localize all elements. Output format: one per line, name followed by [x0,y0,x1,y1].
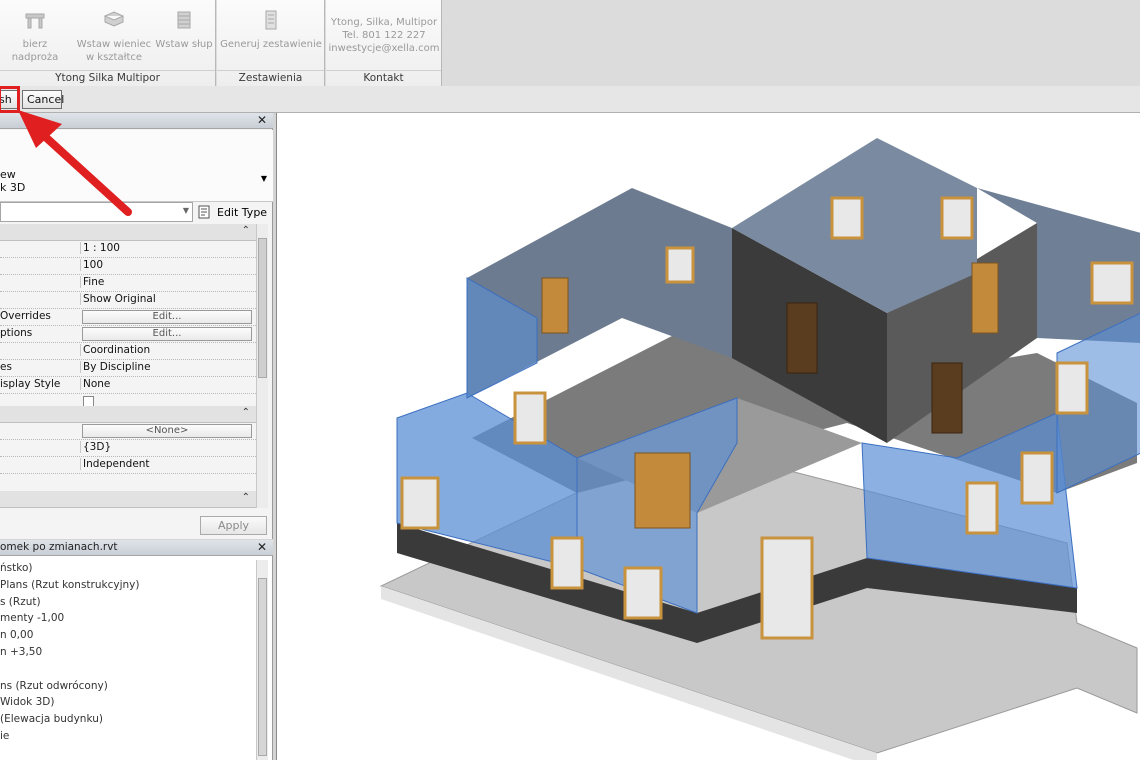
contact-info: Ytong, Silka, Multipor Tel. 801 122 227 … [326,16,442,55]
dropdown-arrow-icon: ▼ [260,174,267,183]
properties-scrollbar[interactable] [256,224,268,508]
annotation-arrow-icon [18,110,132,216]
property-row[interactable]: Coordination [0,343,256,360]
property-value: By Discipline [80,361,254,373]
browser-tree-item[interactable]: n +3,50 [0,646,42,658]
column-icon [177,11,191,29]
ribbon-group-contact: Ytong, Silka, Multipor Tel. 801 122 227 … [326,0,442,86]
project-browser-header: omek po zmianach.rvt ✕ [0,540,273,556]
property-row[interactable]: Independent [0,457,256,474]
edit-type-icon [198,205,210,219]
schedule-icon [265,10,277,30]
project-browser: omek po zmianach.rvt ✕ ństko) Plans (Rzut… [0,540,273,760]
property-key: ptions [0,327,33,339]
property-key: Overrides [0,310,51,322]
apply-button[interactable]: Apply [200,516,267,535]
property-value: 1 : 100 [80,242,254,254]
window [760,536,814,640]
generate-schedule-button[interactable]: Generuj zestawienie [217,8,325,51]
door [541,277,569,334]
browser-tree-item[interactable]: Widok 3D) [0,696,54,708]
browser-tree-item[interactable]: (Elewacja budynku) [0,713,103,725]
browser-tree-item[interactable]: ństko) [0,562,32,574]
edit-type-button[interactable]: Edit Type [196,201,268,223]
ribbon-group-label: Ytong Silka Multipor [0,70,215,84]
section-camera-header[interactable]: ⌃ [0,491,256,508]
property-row[interactable]: Overrides Edit... [0,309,256,326]
chevron-down-icon: ▼ [182,206,189,215]
property-row[interactable]: isplay Style None [0,377,256,394]
window [1020,451,1054,505]
insert-ring-beam-button[interactable]: Wstaw wieniec w kształtce [74,8,154,64]
browser-scrollbar[interactable] [256,560,268,760]
browser-tree-item[interactable]: s (Rzut) [0,596,41,608]
property-row[interactable]: Show Original [0,292,256,309]
property-value: Independent [80,458,254,470]
door [786,302,818,374]
window [965,481,999,535]
window [830,196,864,240]
ribbon: bierz nadproża Wstaw wieniec w kształtce… [0,0,1140,86]
collapse-icon: ⌃ [241,492,250,503]
property-key: es [0,361,12,373]
window [665,246,695,284]
collapse-icon: ⌃ [241,407,250,418]
ribbon-group-label: Zestawienia [217,70,324,84]
building-3d-model [379,138,1140,760]
property-row[interactable]: Fine [0,275,256,292]
browser-tree-item[interactable]: menty -1,00 [0,612,64,624]
property-row[interactable]: es By Discipline [0,360,256,377]
section-extents-header[interactable]: ⌃ [0,406,256,423]
window [1055,361,1089,415]
property-key: isplay Style [0,378,61,390]
ring-beam-icon [103,11,125,27]
property-value: Show Original [80,293,254,305]
lintel-icon [25,13,45,29]
contact-email-link[interactable]: inwestycje@xella.com [326,42,442,55]
property-value: None [80,378,254,390]
property-value: 100 [80,259,254,271]
browser-tree-item[interactable]: ie [0,730,9,742]
browser-tree-item[interactable]: Plans (Rzut konstrukcyjny) [0,579,139,591]
property-row[interactable]: 100 [0,258,256,275]
door [971,262,999,334]
door [931,362,963,434]
window [513,391,547,445]
ribbon-group-schedules: Generuj zestawienie Zestawienia [217,0,325,86]
scroll-thumb[interactable] [258,578,267,756]
window [400,476,440,530]
ribbon-group-ytong: bierz nadproża Wstaw wieniec w kształtce… [0,0,216,86]
browser-tree-item[interactable]: ns (Rzut odwrócony) [0,680,108,692]
property-row[interactable]: 1 : 100 [0,241,256,258]
property-value: {3D} [80,441,254,453]
property-edit-button[interactable]: Edit... [82,327,252,341]
window [940,196,974,240]
property-value: Fine [80,276,254,288]
window [550,536,584,590]
3d-view-canvas[interactable] [276,113,1140,760]
options-bar: sh Cancel [0,86,1140,113]
property-row[interactable]: <None> [0,423,256,440]
insert-column-button[interactable]: Wstaw słup [152,8,216,51]
property-edit-button[interactable]: <None> [82,424,252,438]
window [623,566,663,620]
property-row[interactable]: {3D} [0,440,256,457]
close-icon[interactable]: ✕ [257,113,267,127]
close-icon[interactable]: ✕ [257,540,267,554]
select-lintels-button[interactable]: bierz nadproża [0,8,70,64]
property-value: Coordination [80,344,254,356]
collapse-icon: ⌃ [241,225,250,236]
property-row[interactable]: ptions Edit... [0,326,256,343]
property-edit-button[interactable]: Edit... [82,310,252,324]
scroll-thumb[interactable] [258,238,267,378]
double-door [634,452,691,529]
window [1090,261,1134,305]
ribbon-group-label: Kontakt [326,70,441,84]
browser-tree-item[interactable]: n 0,00 [0,629,33,641]
